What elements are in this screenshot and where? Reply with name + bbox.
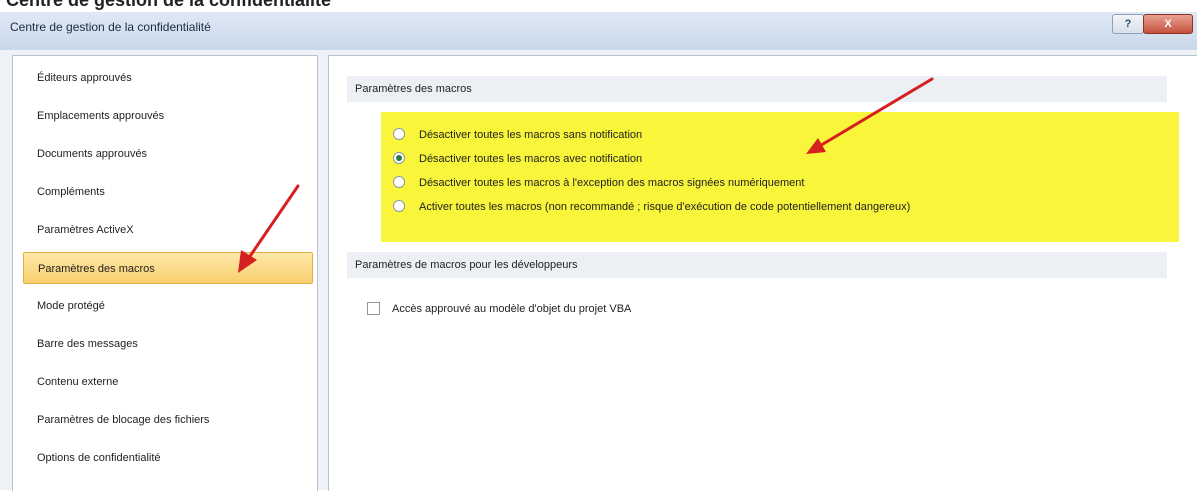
main-panel: Paramètres des macros Désactiver toutes … [328,55,1197,491]
radio-disable-without-notification[interactable]: Désactiver toutes les macros sans notifi… [393,124,642,146]
radio-disable-with-notification[interactable]: Désactiver toutes les macros avec notifi… [393,148,642,170]
cropped-heading: Centre de gestion de la confidentialité [0,0,1197,12]
sidebar-nav: Éditeurs approuvés Emplacements approuvé… [12,55,318,491]
sidebar-item-activex-settings[interactable]: Paramètres ActiveX [23,214,313,246]
window-titlebar: Centre de gestion de la confidentialité … [0,12,1197,51]
sidebar-item-trusted-locations[interactable]: Emplacements approuvés [23,100,313,132]
radio-label: Activer toutes les macros (non recommand… [419,201,911,213]
vba-access-label: Accès approuvé au modèle d'objet du proj… [392,303,632,315]
radio-button[interactable] [393,176,405,189]
radio-label: Désactiver toutes les macros avec notifi… [419,153,643,165]
close-button[interactable]: X [1143,14,1193,34]
radio-button-selected[interactable] [393,152,405,165]
radio-enable-all-macros[interactable]: Activer toutes les macros (non recommand… [393,196,910,218]
help-button[interactable]: ? [1112,14,1144,34]
vba-access-checkbox[interactable] [367,301,380,315]
vba-access-option[interactable]: Accès approuvé au modèle d'objet du proj… [367,298,631,320]
radio-button[interactable] [393,128,405,141]
sidebar-item-message-bar[interactable]: Barre des messages [23,328,313,360]
sidebar-item-file-block-settings[interactable]: Paramètres de blocage des fichiers [23,404,313,436]
radio-disable-except-signed[interactable]: Désactiver toutes les macros à l'excepti… [393,172,804,194]
sidebar-item-macro-settings[interactable]: Paramètres des macros [23,252,313,284]
sidebar-item-protected-view[interactable]: Mode protégé [23,290,313,322]
window-title: Centre de gestion de la confidentialité [10,20,211,34]
sidebar-item-trusted-documents[interactable]: Documents approuvés [23,138,313,170]
sidebar-item-external-content[interactable]: Contenu externe [23,366,313,398]
cropped-heading-text: Centre de gestion de la confidentialité [6,0,332,10]
macro-settings-header: Paramètres des macros [347,76,1167,102]
sidebar-item-privacy-options[interactable]: Options de confidentialité [23,442,313,474]
developer-settings-header: Paramètres de macros pour les développeu… [347,252,1167,278]
sidebar-item-add-ins[interactable]: Compléments [23,176,313,208]
radio-label: Désactiver toutes les macros à l'excepti… [419,177,805,189]
sidebar-item-trusted-publishers[interactable]: Éditeurs approuvés [23,62,313,94]
radio-label: Désactiver toutes les macros sans notifi… [419,129,643,141]
radio-button[interactable] [393,200,405,213]
